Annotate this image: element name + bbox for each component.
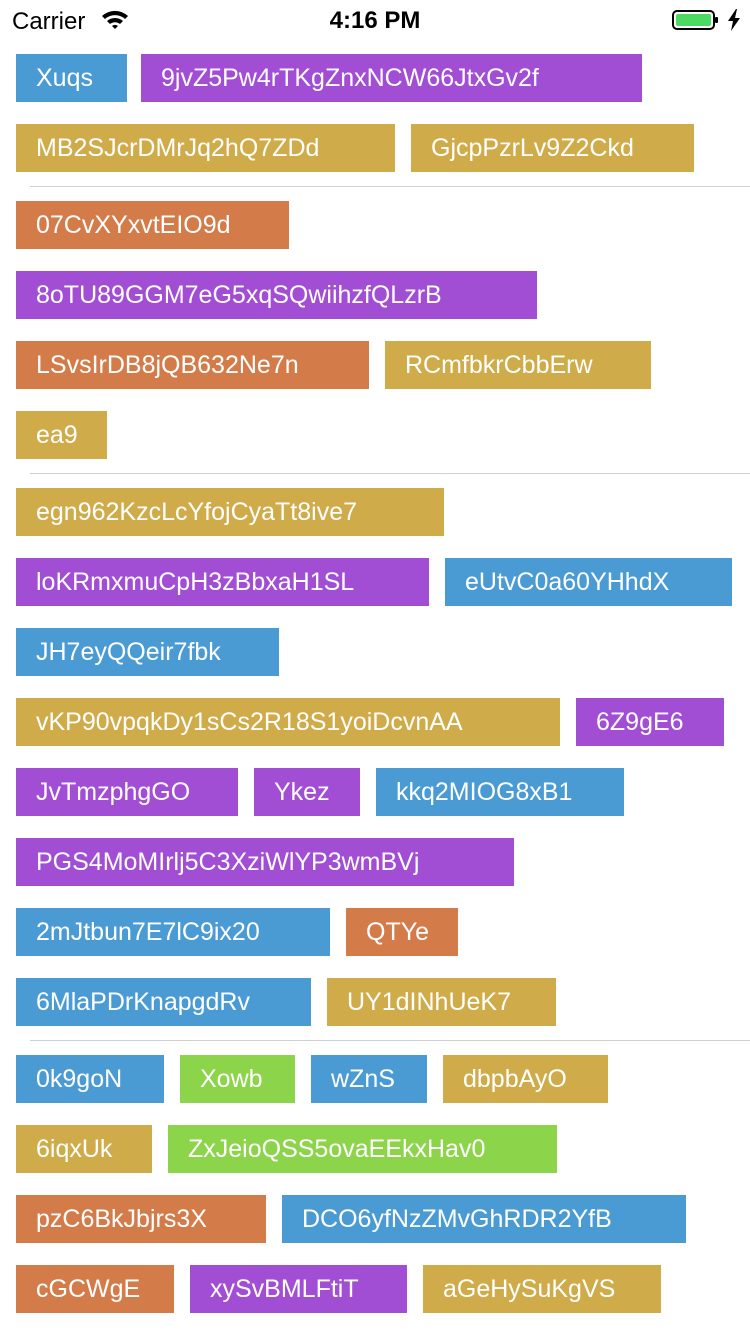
tag[interactable]: PGS4MoMIrlj5C3XziWlYP3wmBVj	[16, 838, 514, 886]
tag[interactable]: 9jvZ5Pw4rTKgZnxNCW66JtxGv2f	[141, 54, 642, 102]
tag[interactable]: 6Z9gE6	[576, 698, 724, 746]
section-separator	[30, 473, 750, 474]
tag[interactable]: loKRmxmuCpH3zBbxaH1SL	[16, 558, 429, 606]
tag[interactable]: aGeHySuKgVS	[423, 1265, 661, 1313]
tag[interactable]: 07CvXYxvtEIO9d	[16, 201, 289, 249]
tag[interactable]: xySvBMLFtiT	[190, 1265, 407, 1313]
tag[interactable]: cGCWgE	[16, 1265, 174, 1313]
tag[interactable]: QTYe	[346, 908, 458, 956]
tag[interactable]: dbpbAyO	[443, 1055, 608, 1103]
section-separator	[30, 186, 750, 187]
tag[interactable]: 2mJtbun7E7lC9ix20	[16, 908, 330, 956]
tag[interactable]: kkq2MIOG8xB1	[376, 768, 624, 816]
tag[interactable]: LSvsIrDB8jQB632Ne7n	[16, 341, 369, 389]
section-separator	[30, 1040, 750, 1041]
tag[interactable]: GjcpPzrLv9Z2Ckd	[411, 124, 694, 172]
tag[interactable]: 6iqxUk	[16, 1125, 152, 1173]
tag[interactable]: eUtvC0a60YHhdX	[445, 558, 732, 606]
tag[interactable]: RCmfbkrCbbErw	[385, 341, 651, 389]
tag[interactable]: ea9	[16, 411, 107, 459]
charging-icon	[728, 9, 740, 31]
tag[interactable]: ZxJeioQSS5ovaEEkxHav0	[168, 1125, 557, 1173]
tag[interactable]: DCO6yfNzZMvGhRDR2YfB	[282, 1195, 686, 1243]
status-bar: Carrier 4:16 PM	[0, 0, 750, 40]
tag[interactable]: Xowb	[180, 1055, 295, 1103]
clock: 4:16 PM	[329, 7, 421, 34]
tag[interactable]: vKP90vpqkDy1sCs2R18S1yoiDcvnAA	[16, 698, 560, 746]
tag[interactable]: 8oTU89GGM7eG5xqSQwiihzfQLzrB	[16, 271, 537, 319]
tag[interactable]: JvTmzphgGO	[16, 768, 238, 816]
battery-icon	[672, 10, 718, 30]
tag[interactable]: UY1dINhUeK7	[327, 978, 556, 1026]
tag[interactable]: MB2SJcrDMrJq2hQ7ZDd	[16, 124, 395, 172]
tag[interactable]: 6MlaPDrKnapgdRv	[16, 978, 311, 1026]
tag[interactable]: 0k9goN	[16, 1055, 164, 1103]
tag[interactable]: egn962KzcLcYfojCyaTt8ive7	[16, 488, 444, 536]
tag[interactable]: pzC6BkJbjrs3X	[16, 1195, 266, 1243]
tag[interactable]: Ykez	[254, 768, 360, 816]
tag[interactable]: wZnS	[311, 1055, 427, 1103]
tag[interactable]: JH7eyQQeir7fbk	[16, 628, 279, 676]
tag[interactable]: Xuqs	[16, 54, 127, 102]
